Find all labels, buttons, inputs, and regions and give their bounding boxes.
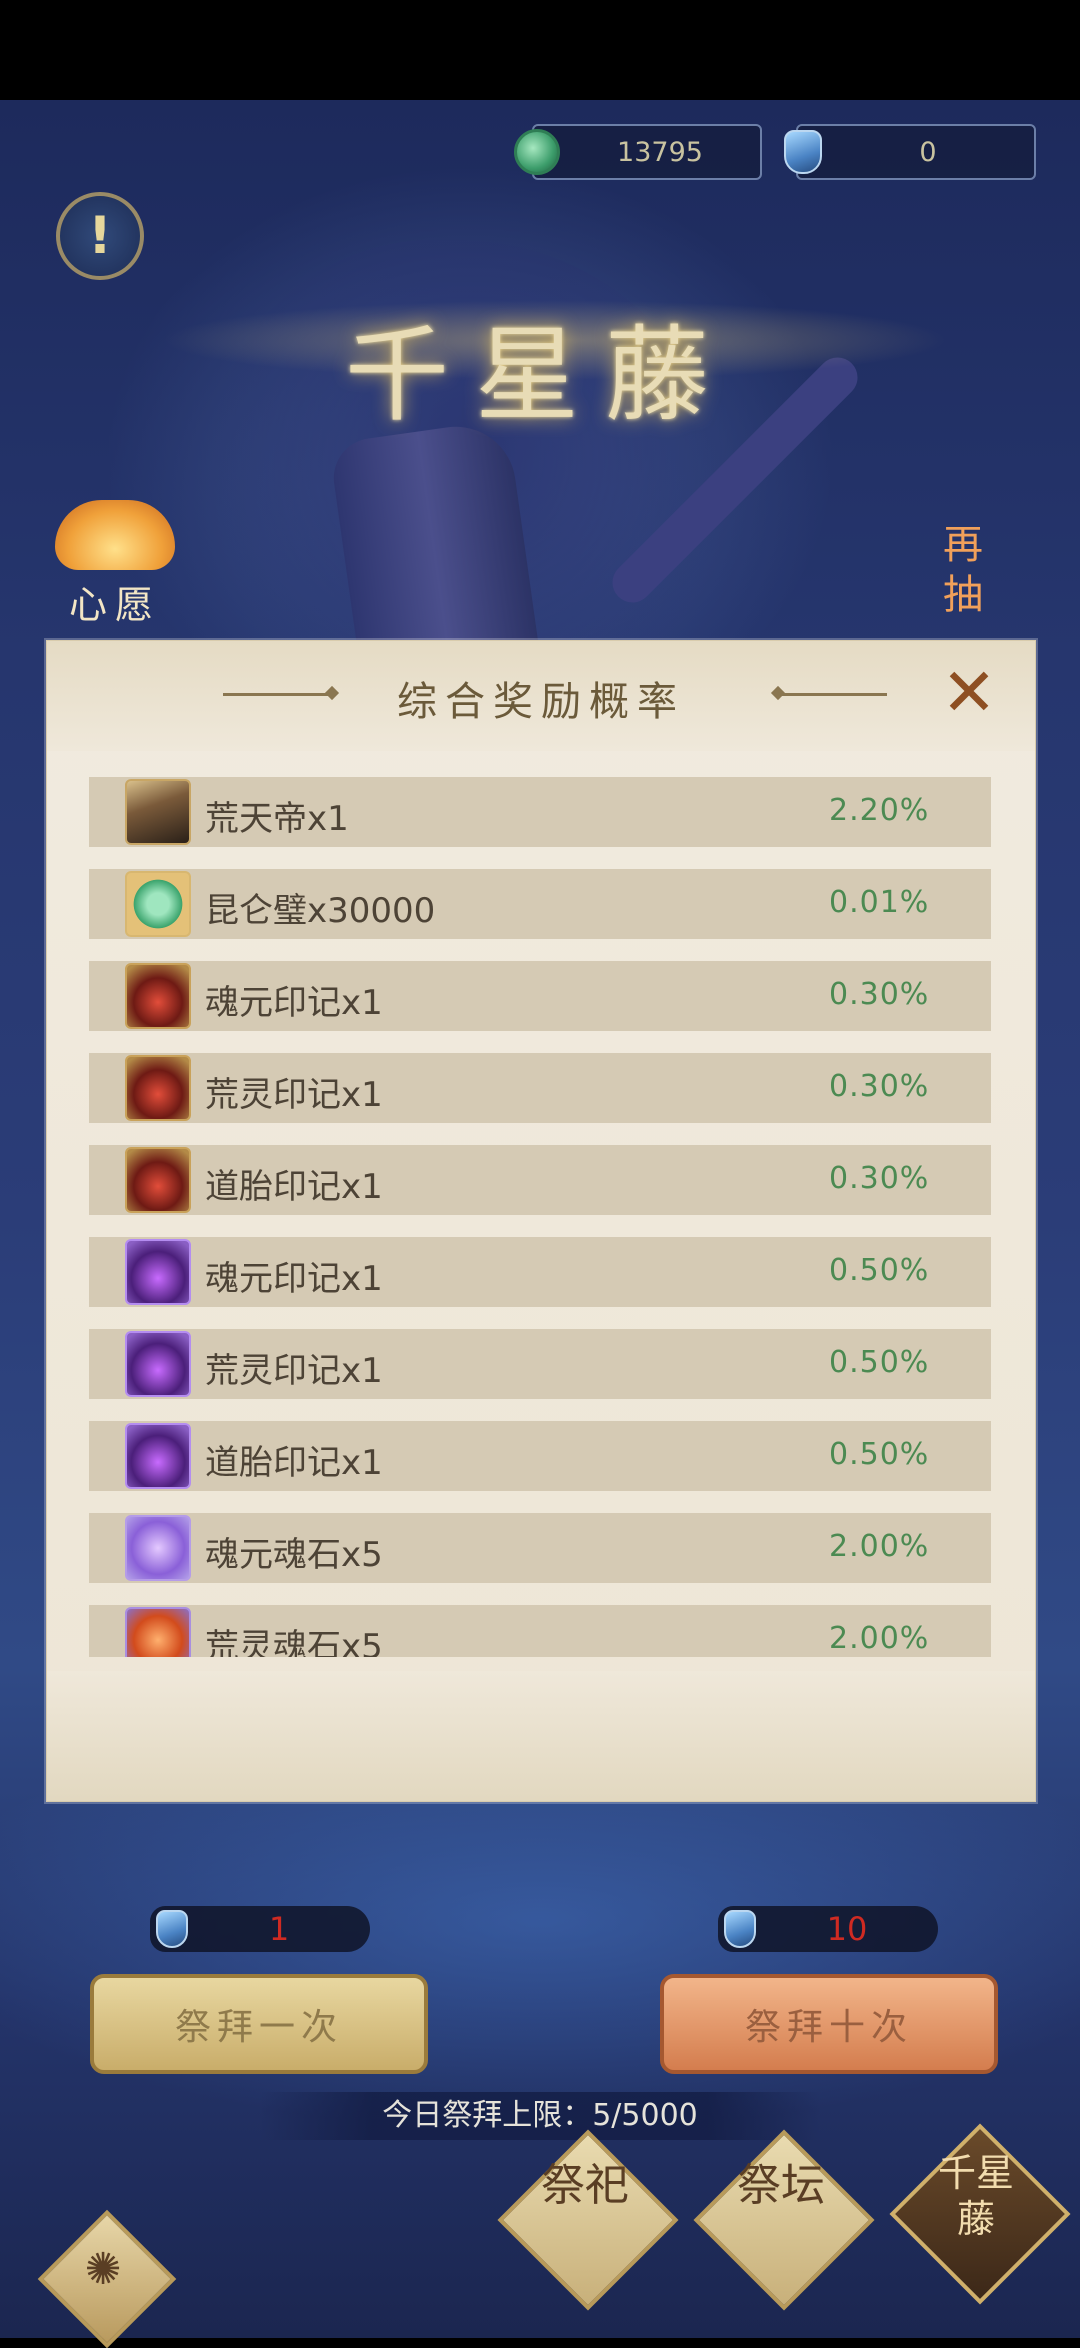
reward-rate: 0.50% <box>829 1253 930 1288</box>
reward-name: 荒灵印记x1 <box>205 1075 383 1115</box>
reward-row: 荒灵魂石x5 2.00% <box>89 1605 991 1657</box>
daily-limit-text: 今日祭拜上限：5/5000 <box>260 2092 820 2140</box>
flask-currency: 0 <box>784 124 1036 180</box>
reward-row: 荒天帝x1 2.20% <box>89 777 991 847</box>
cost-ten: 10 <box>718 1906 938 1952</box>
dialog-title: 综合奖励概率 <box>397 679 685 725</box>
status-bar <box>0 0 1080 100</box>
cost-once-value: 1 <box>268 1910 290 1948</box>
reward-name: 道胎印记x1 <box>205 1167 383 1207</box>
reward-row: 魂元印记x1 0.50% <box>89 1237 991 1307</box>
reward-rate: 2.00% <box>829 1529 930 1564</box>
cost-once: 1 <box>150 1906 370 1952</box>
lotus-icon <box>55 500 175 570</box>
tab-altar-label: 祭坛 <box>737 2160 825 2211</box>
flask-icon <box>784 130 822 174</box>
purple-seal-icon <box>125 1239 191 1305</box>
reward-name: 魂元印记x1 <box>205 1259 383 1299</box>
reward-name: 荒灵印记x1 <box>205 1351 383 1391</box>
reward-rate: 0.50% <box>829 1345 930 1380</box>
jade-amount: 13795 <box>617 136 703 168</box>
reward-name: 荒灵魂石x5 <box>205 1627 383 1657</box>
redraw-label[interactable]: 再抽 <box>938 520 988 620</box>
reward-row: 魂元魂石x5 2.00% <box>89 1513 991 1583</box>
page-title: 千星藤 <box>344 314 735 436</box>
reward-row: 道胎印记x1 0.50% <box>89 1421 991 1491</box>
purple-seal-icon <box>125 1423 191 1489</box>
jade-disc-icon <box>125 871 191 937</box>
red-soul-stone-icon <box>125 1607 191 1657</box>
reward-name: 道胎印记x1 <box>205 1443 383 1483</box>
reward-rate: 0.50% <box>829 1437 930 1472</box>
wish-label: 心愿 <box>68 583 161 627</box>
reward-list[interactable]: 荒天帝x1 2.20% 昆仑璧x30000 0.01% 魂元印记x1 0.30% 荒灵印记x… <box>89 777 991 1657</box>
reward-name: 昆仑璧x30000 <box>205 891 436 931</box>
reward-name: 魂元魂石x5 <box>205 1535 383 1575</box>
purple-seal-icon <box>125 1331 191 1397</box>
reward-rate: 2.20% <box>829 793 930 828</box>
title-ornament-right <box>777 693 887 696</box>
reward-rate: 0.30% <box>829 1069 930 1104</box>
reward-row: 道胎印记x1 0.30% <box>89 1145 991 1215</box>
close-button[interactable]: ✕ <box>939 660 999 726</box>
tab-sacrifice-label: 祭祀 <box>541 2160 629 2211</box>
flask-amount: 0 <box>919 136 937 168</box>
dialog-footer <box>47 1671 1035 1801</box>
swirl-icon: ✺ <box>84 2244 122 2295</box>
pray-ten-button[interactable]: 祭拜十次 <box>660 1974 998 2074</box>
wish-button[interactable]: 心愿 <box>50 500 180 630</box>
red-seal-icon <box>125 963 191 1029</box>
jade-currency: 13795 <box>514 124 762 180</box>
jade-coin-icon <box>514 129 560 175</box>
red-seal-icon <box>125 1147 191 1213</box>
red-seal-icon <box>125 1055 191 1121</box>
reward-name: 荒天帝x1 <box>205 799 349 839</box>
reward-rate: 0.30% <box>829 977 930 1012</box>
reward-row: 荒灵印记x1 0.50% <box>89 1329 991 1399</box>
flask-icon <box>724 1910 756 1948</box>
reward-rate: 0.01% <box>829 885 930 920</box>
tab-thousand-star-vine-label: 千星藤 <box>937 2151 1014 2241</box>
hero-portrait-icon <box>125 779 191 845</box>
flask-icon <box>156 1910 188 1948</box>
pray-once-button[interactable]: 祭拜一次 <box>90 1974 428 2074</box>
purple-soul-stone-icon <box>125 1515 191 1581</box>
reward-rate: 2.00% <box>829 1621 930 1656</box>
reward-probability-dialog: 综合奖励概率 ✕ 荒天帝x1 2.20% 昆仑璧x30000 0.01% 魂元印记x1 0… <box>46 640 1036 1802</box>
reward-row: 荒灵印记x1 0.30% <box>89 1053 991 1123</box>
reward-row: 魂元印记x1 0.30% <box>89 961 991 1031</box>
info-button[interactable]: ! <box>56 192 144 280</box>
reward-rate: 0.30% <box>829 1161 930 1196</box>
cost-ten-value: 10 <box>826 1910 868 1948</box>
reward-name: 魂元印记x1 <box>205 983 383 1023</box>
reward-row: 昆仑璧x30000 0.01% <box>89 869 991 939</box>
